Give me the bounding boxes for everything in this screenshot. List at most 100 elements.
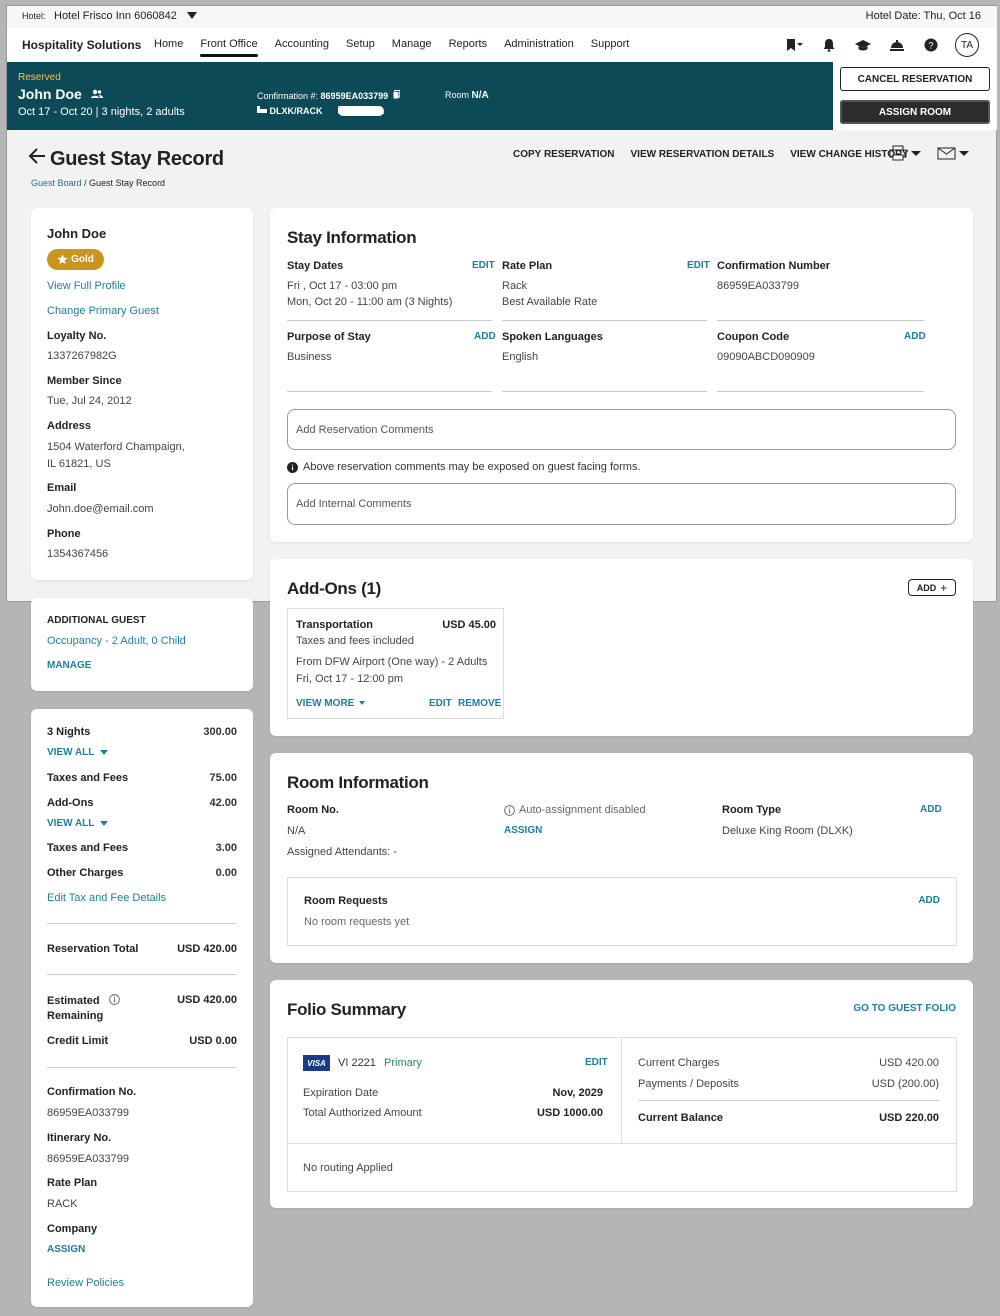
back-arrow-icon[interactable] — [28, 147, 46, 170]
go-to-guest-folio-link[interactable]: GO TO GUEST FOLIO — [853, 1003, 956, 1014]
bookmark-icon[interactable] — [785, 35, 805, 55]
bed-icon — [257, 106, 267, 113]
reservation-status: Reserved — [18, 72, 61, 83]
assigned-attendants: Assigned Attendants: - — [287, 846, 398, 858]
nav-item-manage[interactable]: Manage — [392, 38, 432, 50]
loyalty-label: Loyalty No. — [47, 330, 107, 342]
change-primary-guest-link[interactable]: Change Primary Guest — [47, 305, 159, 317]
edit-tax-link[interactable]: Edit Tax and Fee Details — [47, 892, 166, 904]
edit-rate-plan-button[interactable]: EDIT — [687, 260, 710, 271]
chevron-down-icon[interactable] — [187, 12, 197, 19]
nav-item-support[interactable]: Support — [591, 38, 630, 50]
reservation-actions: CANCEL RESERVATION ASSIGN ROOM — [833, 62, 997, 130]
room-requests-label: Room Requests — [304, 895, 388, 907]
rate-plan-label: Rate Plan — [502, 260, 553, 272]
info-icon — [287, 461, 298, 473]
assign-room-link[interactable]: ASSIGN — [504, 825, 542, 836]
loyalty-value: 1337267982G — [47, 350, 117, 362]
addon-item: Transportation USD 45.00 Taxes and fees … — [287, 608, 504, 719]
hotel-selector[interactable]: Hotel Frisco Inn 6060842 — [54, 10, 177, 22]
print-icon[interactable] — [889, 145, 923, 165]
add-purpose-button[interactable]: ADD — [474, 331, 496, 342]
itinerary-label: Itinerary No. — [47, 1132, 112, 1144]
divider — [47, 974, 237, 975]
expiration-value: Nov, 2029 — [552, 1087, 603, 1099]
edit-addon-button[interactable]: EDIT — [429, 698, 452, 709]
nav-item-home[interactable]: Home — [154, 38, 183, 50]
confirmation-number-label: Confirmation Number — [717, 260, 831, 272]
guest-card: John Doe Gold View Full Profile Change P… — [31, 208, 253, 580]
email-label: Email — [47, 482, 77, 494]
help-icon[interactable]: ? — [921, 35, 941, 55]
divider — [288, 1143, 956, 1144]
add-coupon-button[interactable]: ADD — [904, 331, 926, 342]
room-number-value: N/A — [287, 825, 306, 837]
edit-card-button[interactable]: EDIT — [585, 1057, 608, 1068]
add-room-request-button[interactable]: ADD — [918, 895, 940, 906]
graduation-cap-icon[interactable] — [853, 35, 873, 55]
nav-item-reports[interactable]: Reports — [449, 38, 488, 50]
payments-value: USD (200.00) — [871, 1078, 939, 1090]
nav-item-front-office[interactable]: Front Office — [200, 38, 258, 57]
review-policies-link[interactable]: Review Policies — [47, 1277, 124, 1289]
brand-title: Hospitality Solutions — [22, 38, 142, 52]
occupancy-link[interactable]: Occupancy - 2 Adult, 0 Child — [47, 635, 186, 647]
room-type-label: Room Type — [722, 804, 782, 816]
view-more-button[interactable]: VIEW MORE — [296, 698, 366, 709]
breadcrumb-guest-board[interactable]: Guest Board — [31, 178, 82, 188]
addons-value: 42.00 — [209, 797, 237, 809]
primary-badge: Primary — [384, 1057, 422, 1069]
page-icons — [889, 145, 971, 165]
spoken-languages-label: Spoken Languages — [502, 331, 603, 343]
view-all-nights-button[interactable]: VIEW ALL — [47, 747, 109, 758]
nav-item-administration[interactable]: Administration — [504, 38, 574, 50]
bell-icon[interactable] — [819, 35, 839, 55]
svg-text:?: ? — [928, 41, 933, 51]
confirmation-label: Confirmation No. — [47, 1086, 137, 1098]
view-reservation-details-link[interactable]: VIEW RESERVATION DETAILS — [631, 149, 775, 160]
banner-guest-name: John Doe — [18, 86, 103, 102]
estimated-remaining-value: USD 420.00 — [177, 994, 237, 1006]
copy-reservation-link[interactable]: COPY RESERVATION — [513, 149, 615, 160]
nav-menu: Home Front Office Accounting Setup Manag… — [154, 38, 646, 57]
divider — [717, 391, 924, 392]
internal-comments-input[interactable]: Add Internal Comments — [287, 483, 956, 525]
edit-stay-dates-button[interactable]: EDIT — [472, 260, 495, 271]
routing-status: No routing Applied — [303, 1162, 393, 1174]
add-room-type-button[interactable]: ADD — [920, 804, 942, 815]
divider — [621, 1038, 622, 1143]
stay-dates-label: Stay Dates — [287, 260, 344, 272]
add-addon-button[interactable]: ADD + — [908, 579, 956, 596]
banner-room-type: DLXK/RACK — [257, 106, 323, 116]
assign-room-button[interactable]: ASSIGN ROOM — [840, 100, 990, 124]
other-charges-label: Other Charges — [47, 867, 124, 879]
addon-name: Transportation — [296, 619, 374, 631]
payments-label: Payments / Deposits — [638, 1078, 739, 1090]
banner-confirmation: Confirmation #: 86959EA033799 — [257, 90, 400, 101]
divider — [287, 320, 492, 321]
info-icon — [108, 994, 120, 1005]
nav-item-accounting[interactable]: Accounting — [275, 38, 329, 50]
breadcrumb: Guest Board / Guest Stay Record — [31, 178, 166, 188]
reservation-comments-input[interactable]: Add Reservation Comments — [287, 409, 956, 450]
nav-item-setup[interactable]: Setup — [346, 38, 375, 50]
spoken-languages-value: English — [502, 351, 539, 363]
phone-value: 1354367456 — [47, 548, 109, 560]
avatar[interactable]: TA — [955, 33, 979, 57]
rate-plan-code: Rack — [502, 280, 528, 292]
addons-title: Add-Ons (1) — [287, 579, 381, 598]
assign-company-button[interactable]: ASSIGN — [47, 1244, 85, 1255]
view-full-profile-link[interactable]: View Full Profile — [47, 280, 126, 292]
manage-button[interactable]: MANAGE — [47, 660, 91, 671]
address-line-1: 1504 Waterford Champaign, — [47, 441, 185, 453]
guests-icon — [90, 89, 103, 98]
view-all-addons-button[interactable]: VIEW ALL — [47, 818, 109, 829]
confirmation-number-value: 86959EA033799 — [717, 280, 799, 292]
remove-addon-button[interactable]: REMOVE — [458, 698, 501, 709]
cancel-reservation-button[interactable]: CANCEL RESERVATION — [840, 67, 990, 91]
service-bell-icon[interactable] — [887, 35, 907, 55]
current-balance-value: USD 220.00 — [879, 1112, 939, 1124]
room-information-card: Room Information Room No. N/A Auto-assig… — [270, 753, 973, 963]
guest-name: John Doe — [47, 226, 107, 241]
email-icon[interactable] — [937, 145, 971, 165]
